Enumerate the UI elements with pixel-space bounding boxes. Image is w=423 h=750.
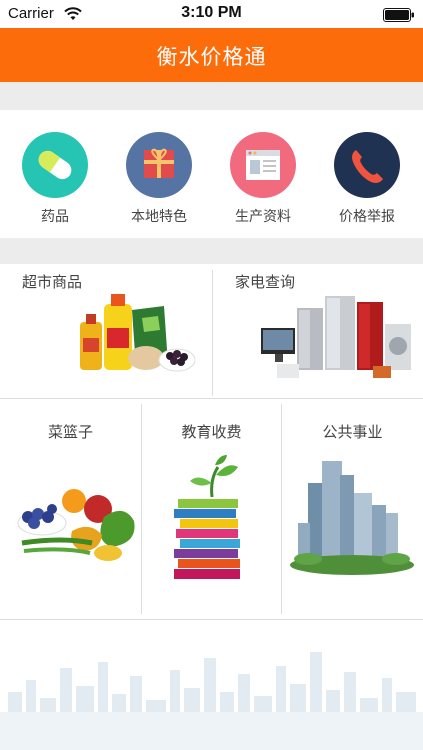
category-medicine[interactable]: 药品 [10, 130, 100, 230]
divider [0, 619, 423, 620]
category-local-specialty[interactable]: 本地特色 [114, 130, 204, 230]
tile-label: 超市商品 [22, 273, 83, 291]
tile-supermarket[interactable]: 超市商品 [0, 264, 212, 398]
category-row: 药品 本地特色 生产资料 价格举报 [0, 110, 423, 238]
page-title: 衡水价格通 [156, 45, 267, 69]
tile-education-fees[interactable]: 教育收费 [142, 399, 281, 619]
section-spacer [0, 82, 423, 110]
tile-appliances[interactable]: 家电查询 [213, 264, 423, 398]
category-label: 本地特色 [131, 209, 187, 225]
groceries-illustration [80, 294, 196, 372]
category-production-materials[interactable]: 生产资料 [218, 130, 308, 230]
tile-public-utilities[interactable]: 公共事业 [282, 399, 423, 619]
category-label: 生产资料 [235, 209, 291, 225]
nav-bar: 衡水价格通 [0, 28, 423, 82]
phone-icon [334, 132, 400, 198]
skyline-decoration [0, 622, 423, 750]
status-time: 3:10 PM [181, 4, 242, 21]
city-buildings-illustration [290, 461, 414, 575]
tile-vegetable-basket[interactable]: 菜篮子 [0, 399, 141, 619]
status-bar: Carrier 3:10 PM [0, 0, 423, 28]
category-price-report[interactable]: 价格举报 [322, 130, 412, 230]
tile-label: 教育收费 [181, 423, 242, 441]
pill-icon [22, 132, 88, 198]
gift-icon [126, 132, 192, 198]
battery-icon [383, 8, 414, 22]
category-label: 价格举报 [339, 209, 395, 225]
tile-label: 公共事业 [322, 423, 383, 441]
section-spacer [0, 238, 423, 264]
tile-label: 菜篮子 [47, 423, 93, 441]
category-label: 药品 [41, 209, 69, 225]
appliances-illustration [261, 296, 411, 378]
books-illustration [174, 455, 240, 579]
vegetables-illustration [17, 489, 135, 561]
browser-window-icon [230, 132, 296, 198]
